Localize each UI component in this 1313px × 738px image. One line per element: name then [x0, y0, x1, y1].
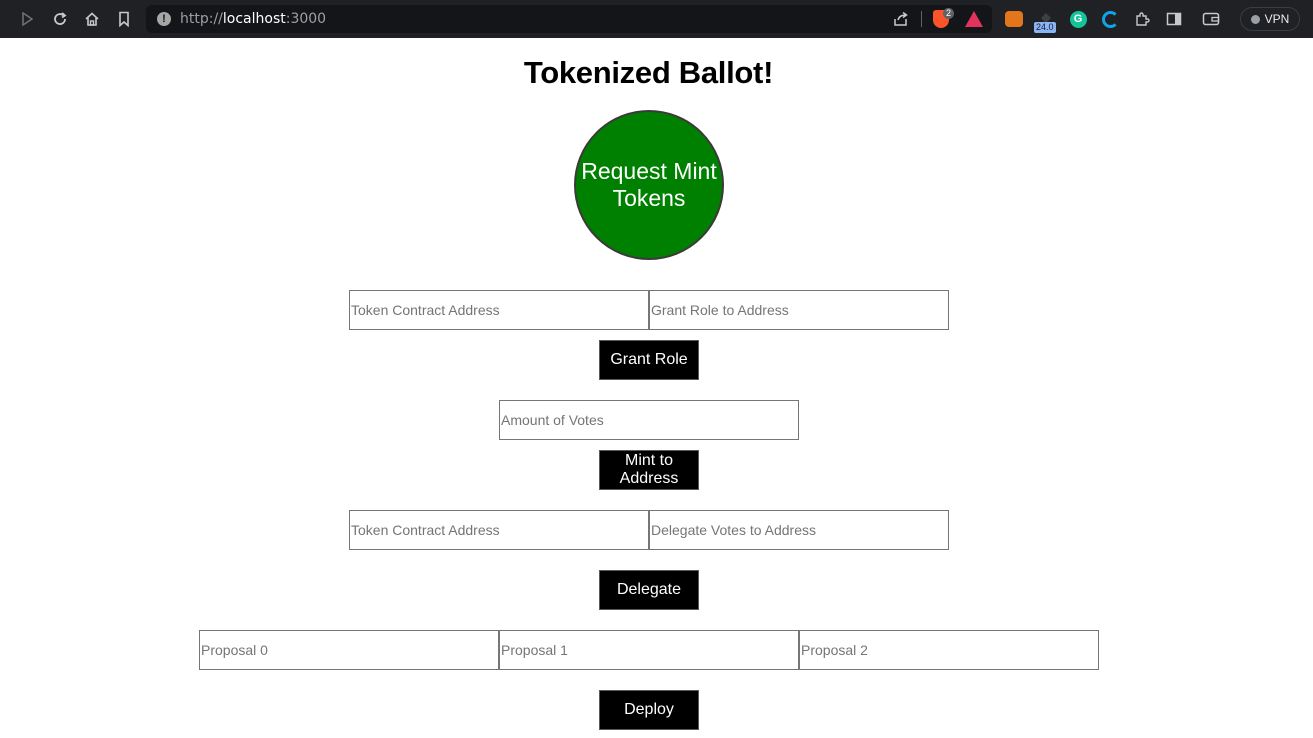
- url-divider: [921, 11, 922, 27]
- site-info-icon[interactable]: !: [157, 12, 171, 26]
- play-icon[interactable]: [17, 9, 37, 29]
- edge-extension-icon[interactable]: [1100, 9, 1120, 29]
- browser-toolbar: ▏ ! http://localhost:3000 2 24.0 G VPN: [0, 0, 1313, 38]
- page-title: Tokenized Ballot!: [523, 55, 774, 90]
- share-icon[interactable]: [892, 10, 910, 28]
- grant-token-contract-input[interactable]: [349, 290, 649, 330]
- mint-to-address-button[interactable]: Mint to Address: [599, 450, 699, 490]
- proposal-1-input[interactable]: [499, 630, 799, 670]
- vpn-button[interactable]: VPN: [1240, 7, 1300, 31]
- address-bar[interactable]: ! http://localhost:3000 2: [146, 5, 992, 33]
- puzzle-extensions-icon[interactable]: [1132, 9, 1152, 29]
- home-icon[interactable]: [82, 9, 102, 29]
- amount-of-votes-input[interactable]: [499, 400, 799, 440]
- url-port: :3000: [285, 11, 327, 27]
- delegate-token-contract-input[interactable]: [349, 510, 649, 550]
- url-host: localhost: [222, 11, 286, 27]
- forward-edge-icon: ▏: [0, 10, 8, 28]
- deploy-button[interactable]: Deploy: [599, 690, 699, 730]
- delegate-votes-address-input[interactable]: [649, 510, 949, 550]
- grammarly-letter: G: [1069, 10, 1087, 28]
- url-scheme: http://: [180, 11, 223, 27]
- proposal-2-input[interactable]: [799, 630, 1099, 670]
- grant-role-address-input[interactable]: [649, 290, 949, 330]
- sidebar-toggle-icon[interactable]: [1164, 9, 1184, 29]
- metamask-fox-icon[interactable]: [1004, 9, 1024, 29]
- grammarly-icon[interactable]: G: [1068, 9, 1088, 29]
- brave-shields-count: 2: [943, 8, 955, 19]
- request-mint-tokens-button[interactable]: Request Mint Tokens: [574, 110, 724, 260]
- bookmark-icon[interactable]: [114, 9, 134, 29]
- wallet-icon[interactable]: [1201, 9, 1221, 29]
- vpn-label: VPN: [1264, 12, 1290, 26]
- grant-role-button[interactable]: Grant Role: [599, 340, 699, 380]
- brave-rewards-icon[interactable]: [965, 11, 983, 27]
- proposal-0-input[interactable]: [199, 630, 499, 670]
- delegate-button[interactable]: Delegate: [599, 570, 699, 610]
- extension-badge: 24.0: [1034, 22, 1056, 33]
- vpn-status-icon: [1250, 14, 1260, 24]
- url-text[interactable]: http://localhost:3000: [180, 11, 326, 27]
- reload-icon[interactable]: [50, 9, 70, 29]
